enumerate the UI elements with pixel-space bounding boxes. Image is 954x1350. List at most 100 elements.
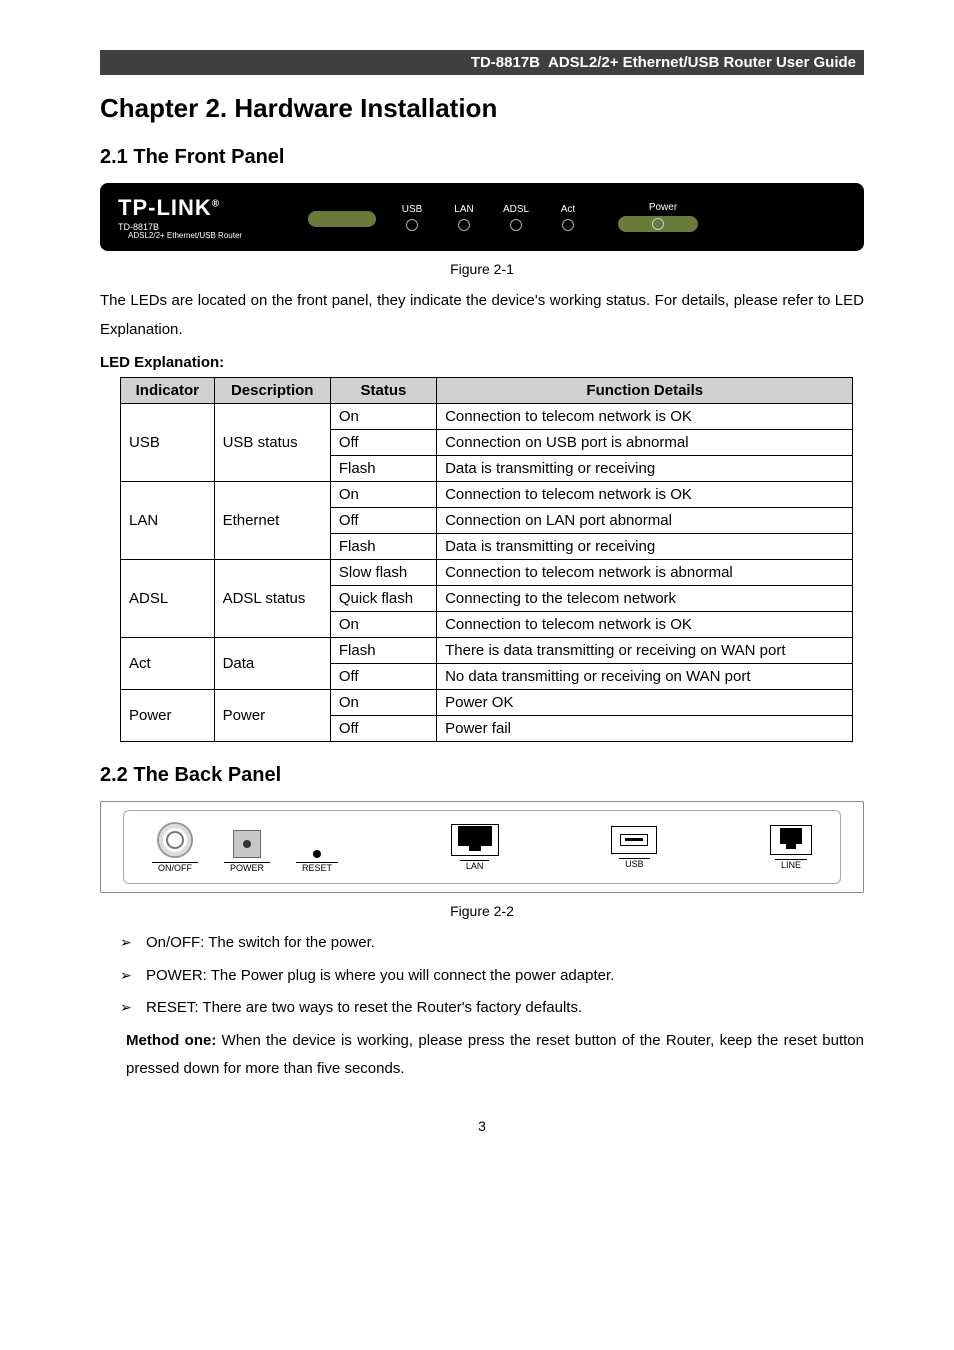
figure-2-2-caption: Figure 2-2 — [100, 903, 864, 919]
cell-status: On — [330, 404, 436, 430]
table-row: LAN Ethernet On Connection to telecom ne… — [121, 482, 853, 508]
cell-status: Quick flash — [330, 586, 436, 612]
figure-2-1-caption: Figure 2-1 — [100, 261, 864, 277]
led-dot-icon — [458, 219, 470, 231]
port-lan: LAN — [451, 824, 499, 871]
led-table: Indicator Description Status Function De… — [120, 377, 853, 742]
brand-logo: TP-LINK® — [118, 195, 290, 221]
led-lan: LAN — [438, 204, 490, 231]
front-panel-figure: TP-LINK® TD-8817B ADSL2/2+ Ethernet/USB … — [100, 183, 864, 251]
led-dot-icon — [562, 219, 574, 231]
th-function: Function Details — [437, 378, 853, 404]
cell-fn: Connecting to the telecom network — [437, 586, 853, 612]
port-usb: USB — [611, 826, 657, 869]
chapter-heading: Chapter 2. Hardware Installation — [100, 93, 864, 124]
cell-status: On — [330, 482, 436, 508]
cell-indicator: ADSL — [121, 560, 215, 638]
method-text: When the device is working, please press… — [126, 1032, 864, 1078]
cell-fn: Connection to telecom network is OK — [437, 482, 853, 508]
usb-port-icon — [611, 826, 657, 854]
onoff-switch-icon — [157, 822, 193, 858]
section-back-panel: 2.2 The Back Panel — [100, 764, 864, 787]
led-usb-label: USB — [402, 204, 423, 215]
reset-hole-icon — [313, 850, 321, 858]
port-power: POWER — [224, 830, 270, 873]
th-indicator: Indicator — [121, 378, 215, 404]
cell-fn: Connection on LAN port abnormal — [437, 508, 853, 534]
cell-description: Data — [214, 638, 330, 690]
cell-fn: Power OK — [437, 690, 853, 716]
brand-sub: ADSL2/2+ Ethernet/USB Router — [128, 231, 290, 240]
cell-status: Flash — [330, 638, 436, 664]
method-label: Method one: — [126, 1032, 222, 1049]
cell-fn: There is data transmitting or receiving … — [437, 638, 853, 664]
led-power-label: Power — [649, 202, 677, 213]
front-pill-left — [308, 211, 376, 227]
cell-fn: Connection on USB port is abnormal — [437, 430, 853, 456]
led-adsl: ADSL — [490, 204, 542, 231]
table-row: USB USB status On Connection to telecom … — [121, 404, 853, 430]
th-description: Description — [214, 378, 330, 404]
cell-status: Flash — [330, 456, 436, 482]
cell-description: USB status — [214, 404, 330, 482]
cell-status: On — [330, 612, 436, 638]
port-label: LAN — [460, 860, 490, 871]
cell-status: Slow flash — [330, 560, 436, 586]
port-onoff: ON/OFF — [152, 822, 198, 873]
cell-status: Off — [330, 664, 436, 690]
cell-fn: Data is transmitting or receiving — [437, 534, 853, 560]
back-panel-list: On/OFF: The switch for the power. POWER:… — [120, 929, 864, 1023]
table-row: Power Power On Power OK — [121, 690, 853, 716]
led-act: Act — [542, 204, 594, 231]
cell-status: Flash — [330, 534, 436, 560]
power-plug-icon — [233, 830, 261, 858]
port-line: LINE — [770, 825, 812, 870]
section-front-panel: 2.1 The Front Panel — [100, 146, 864, 169]
cell-description: ADSL status — [214, 560, 330, 638]
cell-status: Off — [330, 508, 436, 534]
cell-status: Off — [330, 430, 436, 456]
led-act-label: Act — [561, 204, 575, 215]
port-reset: RESET — [296, 850, 338, 873]
front-panel-para: The LEDs are located on the front panel,… — [100, 287, 864, 344]
cell-fn: Data is transmitting or receiving — [437, 456, 853, 482]
port-label: ON/OFF — [152, 862, 198, 873]
header-title: ADSL2/2+ Ethernet/USB Router User Guide — [548, 54, 856, 71]
th-status: Status — [330, 378, 436, 404]
port-label: RESET — [296, 862, 338, 873]
led-explanation-heading: LED Explanation: — [100, 354, 864, 371]
rj45-icon — [451, 824, 499, 856]
brand-block: TP-LINK® TD-8817B ADSL2/2+ Ethernet/USB … — [118, 195, 290, 240]
list-item: On/OFF: The switch for the power. — [120, 929, 864, 958]
cell-description: Ethernet — [214, 482, 330, 560]
led-dot-icon — [510, 219, 522, 231]
cell-indicator: Act — [121, 638, 215, 690]
led-adsl-label: ADSL — [503, 204, 529, 215]
cell-indicator: Power — [121, 690, 215, 742]
cell-fn: Connection to telecom network is OK — [437, 404, 853, 430]
cell-fn: Power fail — [437, 716, 853, 742]
table-row: Act Data Flash There is data transmittin… — [121, 638, 853, 664]
led-dot-icon — [406, 219, 418, 231]
cell-indicator: USB — [121, 404, 215, 482]
cell-fn: Connection to telecom network is OK — [437, 612, 853, 638]
led-dot-icon — [652, 218, 664, 230]
rj11-icon — [770, 825, 812, 855]
cell-fn: No data transmitting or receiving on WAN… — [437, 664, 853, 690]
cell-status: On — [330, 690, 436, 716]
port-label: USB — [619, 858, 650, 869]
method-one: Method one: When the device is working, … — [100, 1027, 864, 1084]
page-number: 3 — [100, 1118, 864, 1134]
list-item: RESET: There are two ways to reset the R… — [120, 994, 864, 1023]
doc-header: TD-8817B ADSL2/2+ Ethernet/USB Router Us… — [100, 50, 864, 75]
table-row: ADSL ADSL status Slow flash Connection t… — [121, 560, 853, 586]
led-power: Power — [618, 202, 708, 232]
cell-fn: Connection to telecom network is abnorma… — [437, 560, 853, 586]
back-panel-figure: ON/OFF POWER RESET LAN — [100, 801, 864, 893]
header-model: TD-8817B — [471, 54, 540, 71]
led-lan-label: LAN — [454, 204, 473, 215]
port-label: LINE — [775, 859, 807, 870]
port-label: POWER — [224, 862, 270, 873]
cell-status: Off — [330, 716, 436, 742]
cell-indicator: LAN — [121, 482, 215, 560]
